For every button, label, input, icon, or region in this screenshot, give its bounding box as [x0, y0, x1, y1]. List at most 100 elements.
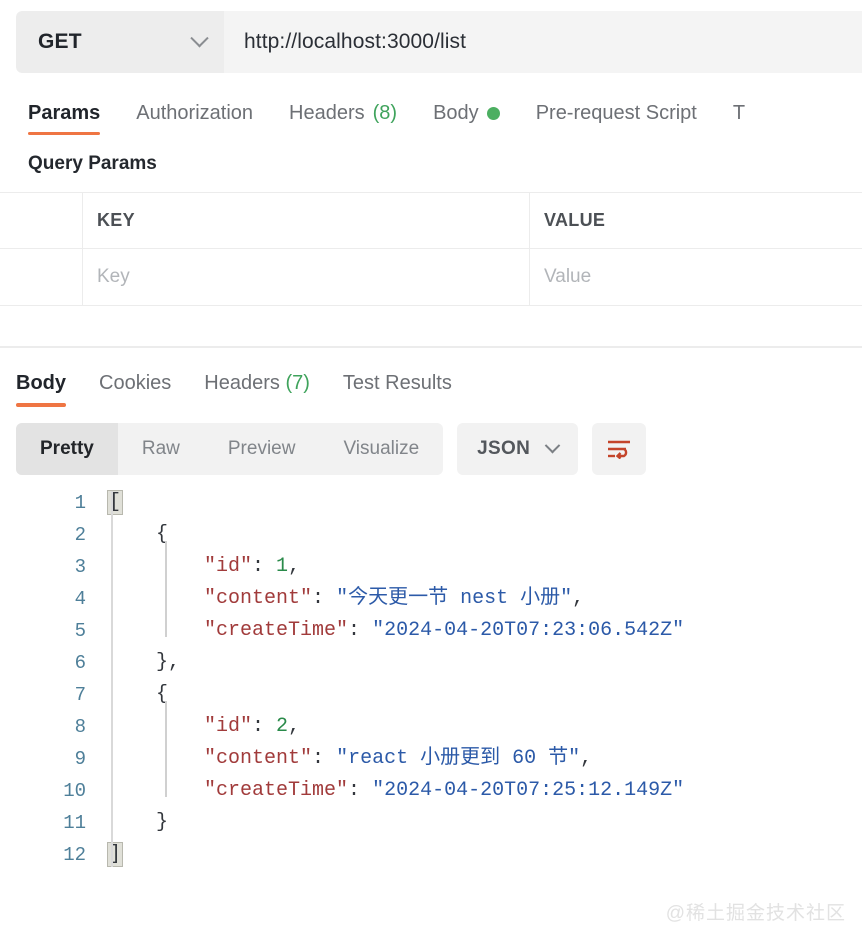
- matching-bracket: ]: [107, 841, 124, 867]
- code-token: ,: [288, 554, 301, 578]
- code-line: 8 "id": 2,: [0, 711, 862, 743]
- request-tab-headers-label: Headers: [289, 102, 365, 124]
- view-mode-preview[interactable]: Preview: [204, 423, 320, 475]
- word-wrap-icon: [608, 440, 631, 459]
- code-token: "content": [204, 746, 313, 770]
- code-line: 12]: [0, 839, 862, 871]
- code-token: 1: [276, 554, 289, 578]
- code-token: :: [348, 618, 373, 642]
- response-format-value: JSON: [477, 437, 531, 459]
- indent-guide-1: [165, 540, 167, 637]
- http-method-label: GET: [38, 30, 82, 53]
- http-method-selector[interactable]: GET: [16, 11, 224, 73]
- response-body-code[interactable]: 1[2 {3 "id": 1, 4 "content": "今天更一节 nest …: [0, 487, 862, 871]
- request-tab-authorization[interactable]: Authorization: [136, 102, 271, 139]
- chevron-down-icon: [190, 28, 209, 47]
- line-number: 5: [74, 619, 86, 642]
- code-line-text: "content": "react 小册更到 60 节",: [102, 743, 592, 775]
- watermark: @稀土掘金技术社区: [665, 903, 846, 924]
- code-line: 4 "content": "今天更一节 nest 小册",: [0, 583, 862, 615]
- code-token: "id": [204, 554, 253, 578]
- request-tab-params[interactable]: Params: [28, 102, 118, 139]
- code-token: },: [108, 650, 181, 674]
- row-checkbox-cell[interactable]: [0, 249, 83, 305]
- gutter-divider: [111, 490, 113, 867]
- code-token: :: [312, 586, 337, 610]
- section-spacer: [0, 306, 862, 346]
- request-tab-tests[interactable]: T: [733, 102, 763, 139]
- response-tabs: Body Cookies Headers (7) Test Results: [16, 367, 862, 409]
- response-tab-body[interactable]: Body: [16, 372, 66, 409]
- url-value: http://localhost:3000/list: [244, 30, 467, 53]
- request-tab-pre-request-script-label: Pre-request Script: [535, 102, 697, 124]
- param-key-input[interactable]: Key: [83, 249, 530, 305]
- code-token: {: [108, 522, 169, 546]
- request-tab-params-label: Params: [28, 102, 101, 124]
- code-token: "createTime": [204, 618, 349, 642]
- response-tab-test-results-label: Test Results: [342, 371, 452, 394]
- code-line: 5 "createTime": "2024-04-20T07:23:06.542…: [0, 615, 862, 647]
- line-number: 9: [74, 747, 86, 770]
- code-token: "2024-04-20T07:25:12.149Z": [372, 778, 685, 802]
- response-tab-test-results[interactable]: Test Results: [343, 372, 452, 409]
- select-all-checkbox-cell[interactable]: [0, 193, 83, 248]
- response-tab-headers-label: Headers: [204, 371, 280, 394]
- code-line-text: },: [102, 647, 180, 679]
- response-tab-cookies[interactable]: Cookies: [99, 372, 171, 409]
- column-header-key-label: KEY: [97, 210, 135, 230]
- request-tabs: Params Authorization Headers (8) Body Pr…: [28, 95, 862, 139]
- line-number: 8: [74, 715, 86, 738]
- url-bar: GET http://localhost:3000/list: [16, 11, 862, 73]
- column-header-key: KEY: [83, 193, 530, 248]
- param-key-placeholder: Key: [97, 266, 130, 287]
- code-line: 11 }: [0, 807, 862, 839]
- word-wrap-button[interactable]: [592, 422, 647, 475]
- line-number: 10: [63, 779, 86, 802]
- request-tab-headers[interactable]: Headers (8): [289, 102, 415, 139]
- line-number: 11: [63, 811, 86, 834]
- postman-request-response-pane: GET http://localhost:3000/list Params Au…: [0, 11, 862, 926]
- table-row: Key Value: [0, 249, 862, 305]
- response-view-mode-group: Pretty Raw Preview Visualize: [16, 422, 444, 475]
- code-token: "今天更一节 nest 小册": [336, 586, 573, 610]
- view-mode-visualize[interactable]: Visualize: [319, 423, 443, 475]
- code-line: 3 "id": 1,: [0, 551, 862, 583]
- param-value-input[interactable]: Value: [530, 249, 862, 305]
- view-mode-visualize-label: Visualize: [343, 437, 420, 459]
- line-number: 3: [74, 555, 86, 578]
- query-params-table: KEY VALUE Key Value: [0, 192, 862, 306]
- response-body-toolbar: Pretty Raw Preview Visualize JSON: [16, 422, 862, 475]
- code-line: 2 {: [0, 519, 862, 551]
- response-format-dropdown[interactable]: JSON: [457, 422, 579, 475]
- code-line: 1[: [0, 487, 862, 519]
- code-line-text: "createTime": "2024-04-20T07:23:06.542Z": [102, 615, 684, 647]
- code-token: {: [108, 682, 169, 706]
- code-line: 7 {: [0, 679, 862, 711]
- view-mode-pretty-label: Pretty: [40, 437, 94, 459]
- view-mode-raw[interactable]: Raw: [118, 423, 204, 475]
- code-line-text: "id": 2,: [102, 711, 300, 743]
- request-tab-body[interactable]: Body: [433, 102, 518, 139]
- indent-guide-2: [165, 700, 167, 797]
- code-token: :: [252, 714, 277, 738]
- request-tab-tests-label: T: [732, 102, 746, 124]
- request-tab-pre-request-script[interactable]: Pre-request Script: [536, 102, 715, 139]
- code-line-text: [: [102, 487, 124, 519]
- code-token: ,: [572, 586, 585, 610]
- view-mode-raw-label: Raw: [141, 437, 180, 459]
- url-input[interactable]: http://localhost:3000/list: [224, 11, 862, 73]
- code-line-text: "createTime": "2024-04-20T07:25:12.149Z": [102, 775, 684, 807]
- response-tab-headers[interactable]: Headers (7): [204, 372, 310, 409]
- table-header-row: KEY VALUE: [0, 193, 862, 249]
- code-token: "content": [204, 586, 313, 610]
- line-number: 12: [63, 843, 86, 866]
- column-header-value-label: VALUE: [544, 210, 606, 230]
- code-line: 10 "createTime": "2024-04-20T07:25:12.14…: [0, 775, 862, 807]
- code-token: 2: [276, 714, 289, 738]
- view-mode-pretty[interactable]: Pretty: [16, 422, 118, 475]
- param-value-placeholder: Value: [544, 266, 592, 287]
- line-number: 4: [74, 587, 86, 610]
- column-header-value: VALUE: [530, 193, 862, 248]
- code-line: 6 },: [0, 647, 862, 679]
